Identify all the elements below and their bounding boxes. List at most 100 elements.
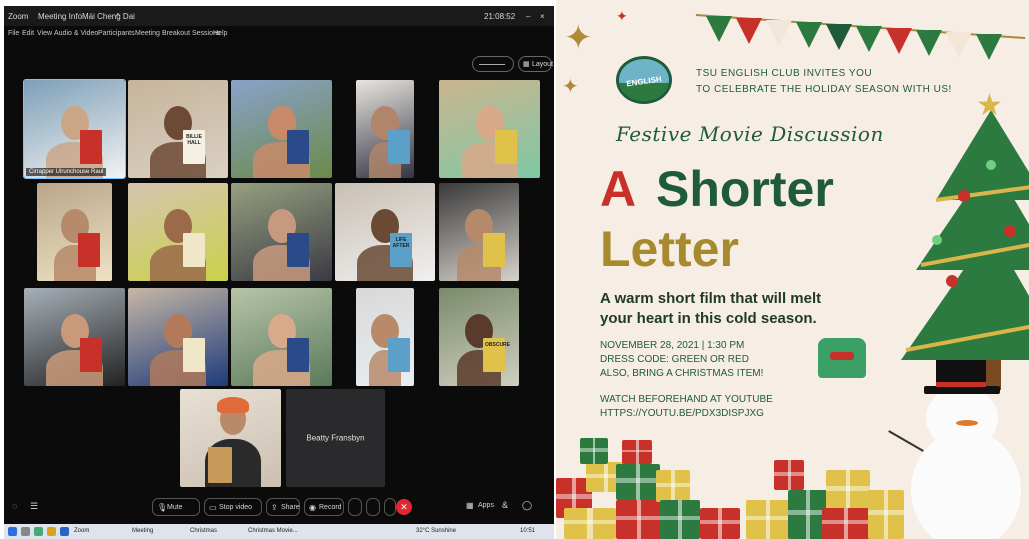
folder-icon[interactable] [47,527,56,536]
ornament [1004,225,1016,237]
app-title: Zoom [8,12,29,21]
menu-meeting[interactable]: Meeting [135,30,160,37]
record-button[interactable]: ◉ Record [304,498,344,516]
title-bar: Zoom Meeting Info Mái Cheng Dai ^ 21:08:… [4,6,554,26]
held-book [79,338,102,372]
menu-bar: File Edit View Audio & Video Participant… [4,26,554,42]
gift-box [564,508,616,539]
whiteboard-icon[interactable]: & [502,500,508,510]
bunting-flag [736,18,762,44]
event-poster: ✦ ✦ ✦ ENGLISH TSU ENGLISH CLUB INVITES Y… [556,0,1029,539]
video-tile[interactable] [439,183,519,281]
video-tile[interactable]: OBSCURE [439,288,519,386]
taskbar-item-christmas[interactable]: Christmas [190,528,217,534]
minimize-icon[interactable]: – [526,12,530,21]
gift-box [616,500,662,539]
windows-taskbar: Zoom Meeting Christmas Christmas Movie..… [4,524,554,539]
video-tile[interactable] [439,80,540,178]
event-type: Festive Movie Discussion [616,122,884,146]
held-book [286,338,309,372]
meeting-info-link[interactable]: Meeting Info [38,12,82,21]
video-tile[interactable] [356,288,414,386]
title-letter: Letter [600,221,739,277]
start-icon[interactable] [8,527,17,536]
video-tile[interactable] [231,183,332,281]
event-date: NOVEMBER 28, 2021 | 1:30 PM [600,340,745,351]
held-book [183,338,205,372]
menu-audio-video[interactable]: Audio & Video [54,30,98,37]
menu-edit[interactable]: Edit [22,30,34,37]
share-button[interactable]: ⇪ Share [266,498,300,516]
participants-button[interactable] [366,498,380,516]
video-tile[interactable] [180,389,281,487]
ornament [946,275,958,287]
video-tile[interactable] [231,288,332,386]
share-icon: ⇪ [271,503,278,512]
mute-button[interactable]: 🎙 Mute [152,498,200,516]
video-tile[interactable]: Cirrapper Ulrunchouse Raul [23,79,126,179]
taskbar-item-zoom[interactable]: Zoom [74,528,89,534]
more-icon[interactable]: ☰ [30,501,38,512]
more-options-button[interactable] [384,498,396,516]
video-tile[interactable] [128,183,228,281]
gift-box [826,470,870,510]
leave-button[interactable]: ✕ [396,499,412,515]
video-tile-camera-off[interactable]: Beatty Fransbyn [286,389,385,487]
gift-box [580,438,608,464]
reactions-button[interactable] [348,498,362,516]
gift-box [656,470,690,502]
taskbar-item-meeting[interactable]: Meeting [132,528,153,534]
book-title: LIFE AFTER [392,237,410,249]
gift-box [700,508,740,539]
video-tile[interactable] [24,288,125,386]
menu-participants[interactable]: Participants [98,30,135,37]
ornament [958,190,970,202]
stop-video-button[interactable]: ▭ Stop video [204,498,262,516]
invite-line-1: TSU ENGLISH CLUB INVITES YOU [696,68,873,79]
chevron-up-icon[interactable]: ^ [116,12,120,21]
gift-box [868,490,904,539]
zoom-taskbar-icon[interactable] [60,527,69,536]
chat-icon[interactable]: ◯ [522,500,532,511]
menu-file[interactable]: File [8,30,19,37]
video-tile[interactable]: LIFE AFTER [335,183,435,281]
close-icon[interactable]: × [540,12,545,21]
held-book [286,130,309,164]
title-a: A [600,161,637,217]
gallery-size-slider[interactable] [472,56,514,72]
tree-star-icon: ★ [976,89,1003,122]
video-tile[interactable] [128,288,228,386]
youtube-link[interactable]: HTTPS://YOUTU.BE/PDX3DISPJXG [600,408,764,419]
sweater-icon [818,338,866,378]
menu-breakout[interactable]: Breakout Sessions [162,30,220,37]
search-icon[interactable] [21,527,30,536]
held-book [387,130,410,164]
video-tile[interactable]: BILLIE HALL [128,80,228,178]
taskview-icon[interactable] [34,527,43,536]
bunting-flag [826,24,852,50]
view-title: Mái Cheng Dai [82,12,135,21]
menu-help[interactable]: Help [213,30,227,37]
christmas-tree [901,110,1029,390]
snowman [886,360,1029,539]
clock-readout: 21:08:52 [484,12,516,21]
ornament [986,160,996,170]
video-tile[interactable] [356,80,414,178]
video-tile[interactable] [37,183,112,281]
bunting-flag [976,34,1002,60]
bunting-flag [946,32,972,58]
star-icon: ✦ [562,76,579,98]
bunting-flag [856,26,882,52]
gift-box [774,460,804,490]
held-book [387,338,410,372]
watch-note: WATCH BEFOREHAND AT YOUTUBE [600,394,773,405]
layout-button[interactable]: ▦ Layout [518,56,553,72]
video-tile[interactable] [231,80,332,178]
bunting-flag [706,16,732,42]
menu-view[interactable]: View [37,30,52,37]
microphone-icon: 🎙 [157,503,168,512]
taskbar-item-movie[interactable]: Christmas Movie... [248,528,298,534]
apps-icon: ▦ [466,501,474,510]
captions-icon[interactable]: ◌ [12,501,17,511]
apps-button[interactable]: Apps [478,502,494,509]
